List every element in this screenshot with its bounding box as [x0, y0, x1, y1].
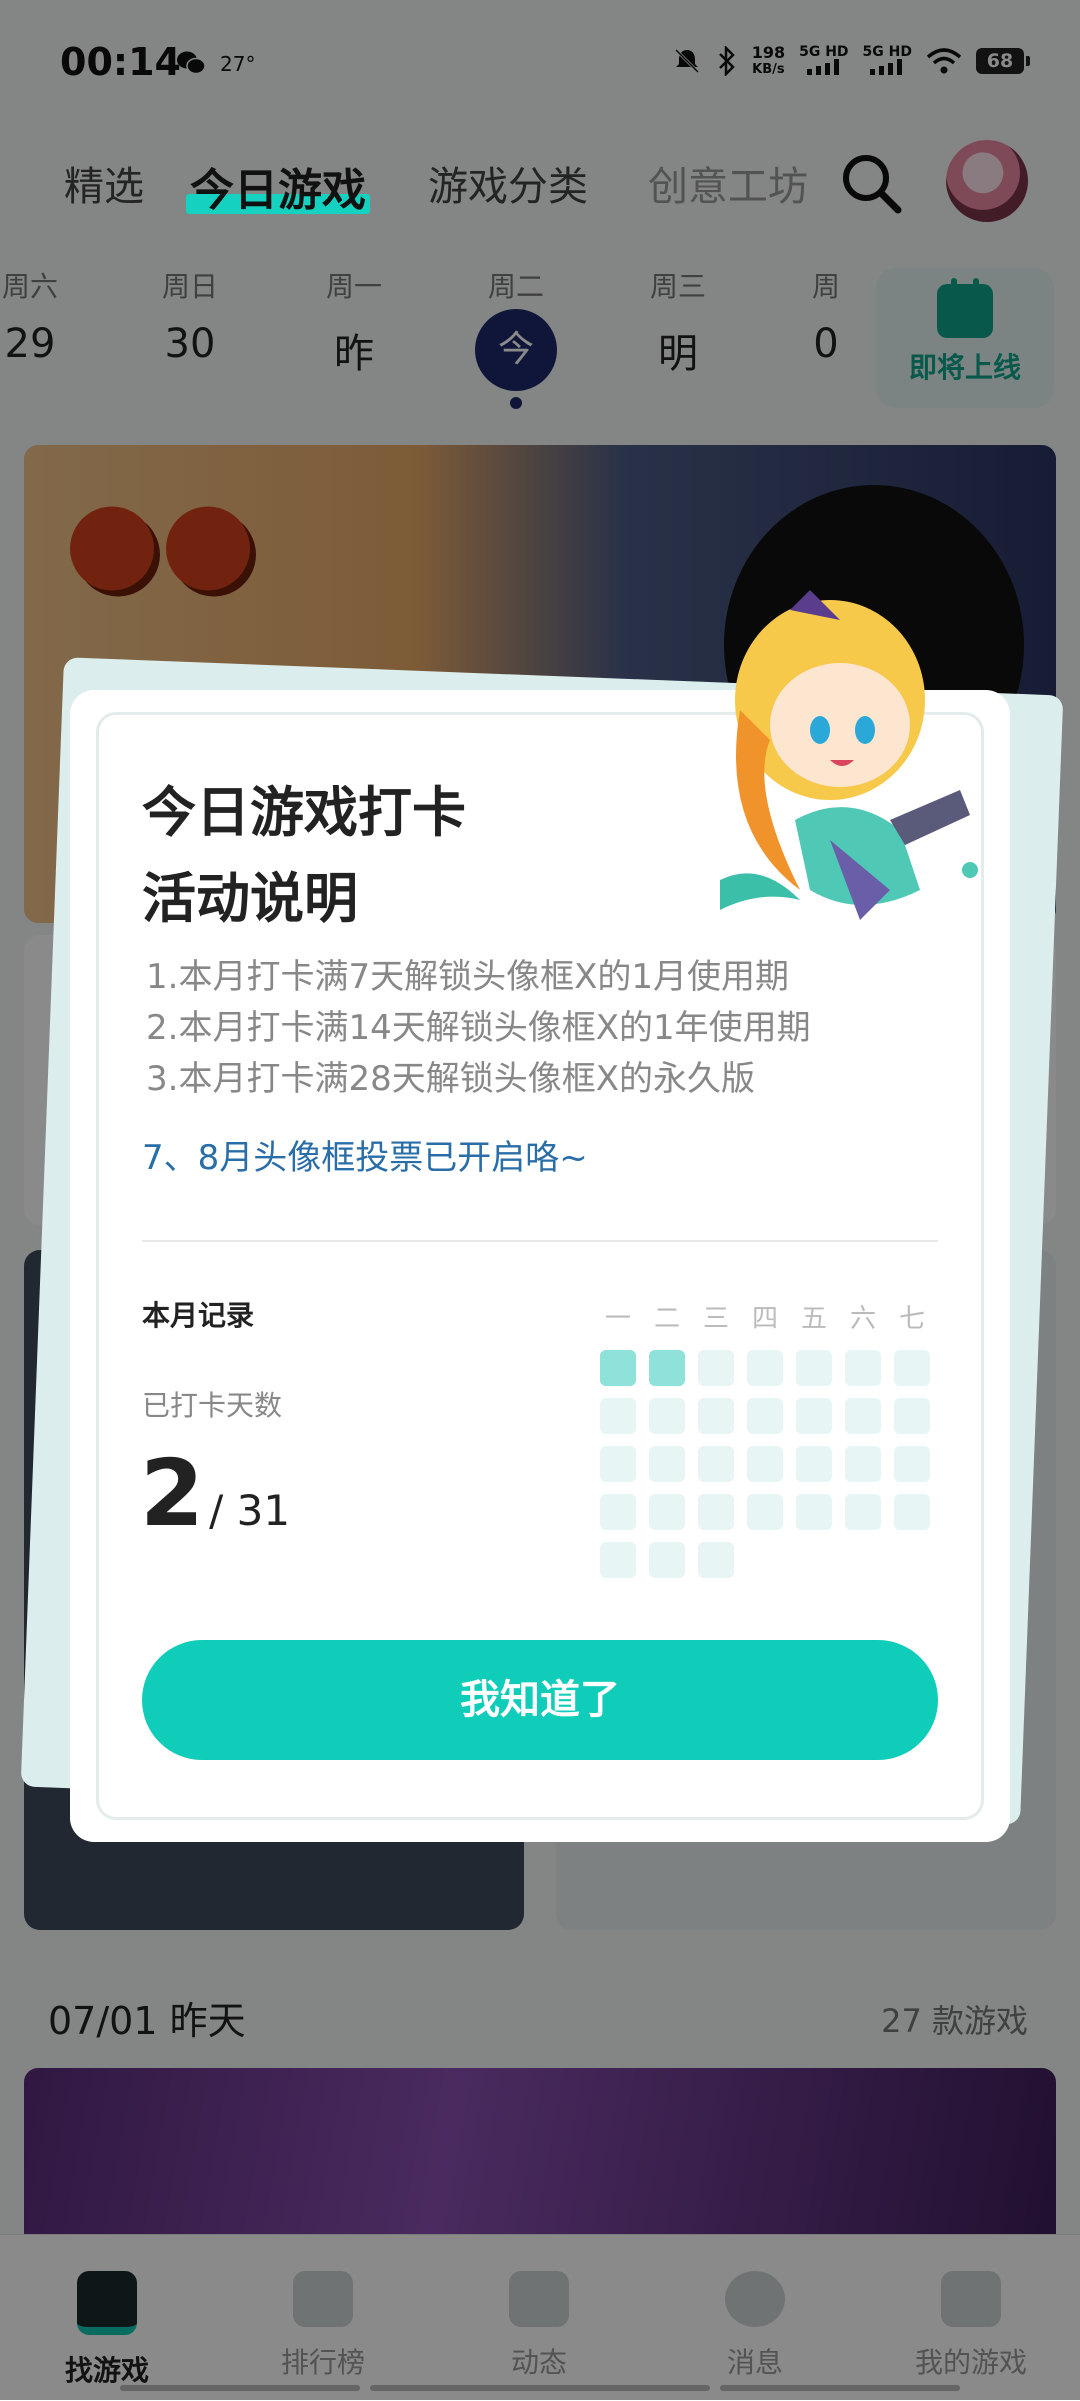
- calendar-day: [747, 1398, 783, 1434]
- calendar-day: [698, 1446, 734, 1482]
- calendar-weekday-header: 一 二 三 四 五 六 七: [600, 1298, 930, 1335]
- calendar-day: [649, 1446, 685, 1482]
- rules-list: 1.本月打卡满7天解锁头像框X的1月使用期 2.本月打卡满14天解锁头像框X的1…: [146, 952, 811, 1105]
- calendar-day: [796, 1446, 832, 1482]
- calendar-day: [894, 1398, 930, 1434]
- weekday-header: 一: [604, 1304, 631, 1334]
- weekday-header: 六: [849, 1304, 876, 1334]
- weekday-header: 五: [800, 1304, 827, 1334]
- checked-days-count: 2 / 31: [140, 1440, 290, 1547]
- dialog-title: 今日游戏打卡 活动说明: [142, 770, 466, 942]
- calendar-day: [845, 1350, 881, 1386]
- dialog-title-line2: 活动说明: [142, 867, 358, 930]
- calendar-day: [698, 1494, 734, 1530]
- rule-item: 2.本月打卡满14天解锁头像框X的1年使用期: [146, 1008, 811, 1048]
- weekday-header: 七: [898, 1304, 925, 1334]
- calendar-day: [796, 1350, 832, 1386]
- checkin-calendar-grid: [600, 1350, 930, 1578]
- calendar-day-checked: [600, 1350, 636, 1386]
- calendar-day: [796, 1494, 832, 1530]
- checked-days-label: 已打卡天数: [142, 1389, 283, 1422]
- calendar-day: [796, 1398, 832, 1434]
- mascot-illustration: [720, 590, 978, 920]
- weekday-header: 二: [653, 1304, 680, 1334]
- calendar-day: [649, 1542, 685, 1578]
- calendar-day: [894, 1446, 930, 1482]
- weekday-header: 三: [702, 1304, 729, 1334]
- weekday-header: 四: [751, 1304, 778, 1334]
- total-days-value: / 31: [209, 1486, 291, 1535]
- calendar-day: [600, 1542, 636, 1578]
- calendar-day: [698, 1350, 734, 1386]
- record-title: 本月记录: [142, 1299, 255, 1332]
- calendar-day: [649, 1494, 685, 1530]
- calendar-day: [747, 1494, 783, 1530]
- calendar-day: [698, 1398, 734, 1434]
- calendar-day-checked: [649, 1350, 685, 1386]
- rule-item: 1.本月打卡满7天解锁头像框X的1月使用期: [146, 957, 789, 997]
- calendar-day: [600, 1446, 636, 1482]
- calendar-day: [845, 1398, 881, 1434]
- calendar-day: [600, 1494, 636, 1530]
- calendar-day: [649, 1398, 685, 1434]
- calendar-day: [747, 1446, 783, 1482]
- calendar-day: [894, 1350, 930, 1386]
- avatar-frame-vote-link[interactable]: 7、8月头像框投票已开启咯~: [142, 1130, 588, 1179]
- confirm-button[interactable]: 我知道了: [142, 1640, 938, 1760]
- dialog-title-line1: 今日游戏打卡: [142, 781, 466, 844]
- calendar-day: [600, 1398, 636, 1434]
- calendar-day: [845, 1446, 881, 1482]
- calendar-day: [698, 1542, 734, 1578]
- tab-today-games[interactable]: 今日游戏: [186, 154, 370, 218]
- calendar-day: [747, 1350, 783, 1386]
- checked-days-value: 2: [140, 1440, 205, 1547]
- tab-label: 今日游戏: [190, 165, 366, 216]
- divider: [142, 1240, 938, 1242]
- calendar-day: [894, 1494, 930, 1530]
- rule-item: 3.本月打卡满28天解锁头像框X的永久版: [146, 1059, 755, 1099]
- calendar-day: [845, 1494, 881, 1530]
